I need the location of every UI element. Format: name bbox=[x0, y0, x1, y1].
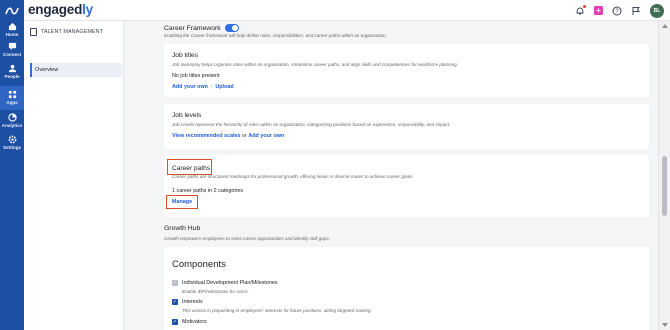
view-recommended-scales-link[interactable]: View recommended scales bbox=[172, 133, 241, 139]
app-rail: Home Connect People Apps Analytics Setti… bbox=[0, 0, 24, 330]
people-icon bbox=[8, 64, 16, 73]
apps-icon bbox=[8, 90, 16, 99]
option-description: This assists in pinpointing in employees… bbox=[182, 308, 372, 313]
option-label: Individual Development Plan/Milestones bbox=[182, 280, 278, 286]
option-motivators[interactable]: ✓ Motivators bbox=[172, 319, 207, 325]
connect-icon bbox=[8, 42, 16, 51]
option-label: Motivators bbox=[182, 319, 207, 325]
career-framework-description: Enabling the Career framework will help … bbox=[164, 33, 387, 38]
rail-item-label: Analytics bbox=[1, 123, 23, 128]
main-content: Career Framework Enabling the Career fra… bbox=[124, 21, 658, 330]
rail-item-label: People bbox=[4, 74, 20, 79]
notifications-button[interactable] bbox=[575, 4, 586, 16]
brand-text-accent: ly bbox=[82, 2, 93, 17]
job-titles-description: Job taxonomy helps organize roles within… bbox=[172, 62, 458, 67]
career-framework-toggle[interactable] bbox=[224, 24, 239, 32]
secondary-nav: TALENT MANAGEMENT Overview bbox=[24, 21, 124, 330]
nav-item-overview[interactable]: Overview bbox=[30, 63, 122, 77]
manage-highlight bbox=[166, 195, 198, 209]
scroll-down-icon[interactable] bbox=[662, 323, 668, 327]
add-job-level-link[interactable]: Add your own bbox=[248, 133, 284, 139]
option-interests[interactable]: ✓ Interests bbox=[172, 299, 203, 305]
analytics-icon bbox=[7, 113, 17, 122]
career-framework-header: Career Framework bbox=[164, 24, 239, 32]
brand-text: engaged bbox=[28, 2, 83, 17]
checkbox-checked[interactable]: ✓ bbox=[172, 299, 178, 305]
settings-icon bbox=[8, 135, 16, 144]
growth-hub-description: Growth empowers employees to seize caree… bbox=[164, 236, 330, 241]
top-bar: engagedly + ? BL bbox=[24, 0, 670, 21]
home-icon bbox=[8, 22, 16, 31]
rail-item-label: Connect bbox=[2, 52, 22, 57]
checkbox-disabled[interactable]: ✓ bbox=[172, 280, 178, 286]
job-levels-card: Job levels Job Levels represent the hier… bbox=[164, 104, 649, 149]
vertical-scrollbar[interactable] bbox=[658, 21, 670, 330]
app-logo-icon[interactable] bbox=[4, 5, 20, 17]
add-job-title-link[interactable]: Add your own bbox=[172, 84, 208, 90]
rail-item-apps[interactable]: Apps bbox=[0, 86, 24, 110]
checkbox-checked[interactable]: ✓ bbox=[172, 319, 178, 325]
flag-icon[interactable] bbox=[631, 6, 641, 16]
job-levels-actions: View recommended scales or Add your own bbox=[172, 133, 284, 139]
rail-item-label: Apps bbox=[6, 100, 18, 105]
help-icon[interactable]: ? bbox=[612, 6, 622, 16]
career-paths-highlight bbox=[167, 159, 212, 175]
rail-item-label: Home bbox=[5, 32, 19, 37]
brand-logo[interactable]: engagedly bbox=[28, 2, 93, 17]
career-paths-summary: 1 career paths in 2 categories bbox=[172, 188, 244, 194]
document-icon bbox=[30, 28, 37, 36]
components-title: Components bbox=[172, 259, 226, 270]
option-label: Interests bbox=[182, 299, 203, 305]
upload-link[interactable]: Upload bbox=[215, 84, 233, 90]
scrollbar-thumb[interactable] bbox=[662, 156, 667, 216]
job-titles-actions: Add your own | Upload bbox=[172, 84, 234, 90]
growth-hub-title: Growth Hub bbox=[164, 225, 201, 232]
career-framework-title: Career Framework bbox=[164, 24, 221, 32]
option-idp[interactable]: ✓ Individual Development Plan/Milestones bbox=[172, 280, 278, 286]
rail-item-label: Settings bbox=[2, 145, 22, 150]
nav-section-header: TALENT MANAGEMENT bbox=[30, 28, 103, 36]
job-titles-title: Job titles bbox=[172, 52, 199, 59]
job-titles-status: No job titles present bbox=[172, 73, 220, 79]
top-actions: + ? BL bbox=[575, 3, 664, 18]
scroll-up-icon[interactable] bbox=[662, 24, 668, 28]
or-text: or bbox=[242, 133, 247, 139]
job-levels-title: Job levels bbox=[172, 112, 202, 119]
career-paths-description: Career paths are structured roadmaps for… bbox=[172, 174, 414, 179]
job-titles-card: Job titles Job taxonomy helps organize r… bbox=[164, 44, 649, 97]
rail-item-settings[interactable]: Settings bbox=[0, 135, 24, 150]
avatar[interactable]: BL bbox=[650, 3, 664, 18]
rail-item-analytics[interactable]: Analytics bbox=[0, 113, 24, 128]
rail-item-home[interactable]: Home bbox=[0, 22, 24, 37]
rail-item-people[interactable]: People bbox=[0, 64, 24, 79]
components-card: Components ✓ Individual Development Plan… bbox=[164, 247, 649, 330]
job-levels-description: Job Levels represent the hierarchy of ro… bbox=[172, 122, 451, 127]
career-paths-card: Career paths Career paths are structured… bbox=[164, 155, 649, 217]
option-description: Enable IDP/milestones for users. bbox=[182, 289, 249, 294]
rail-item-connect[interactable]: Connect bbox=[0, 42, 24, 57]
add-button[interactable]: + bbox=[594, 6, 603, 15]
nav-section-title: TALENT MANAGEMENT bbox=[41, 29, 104, 35]
notification-dot bbox=[583, 4, 586, 8]
